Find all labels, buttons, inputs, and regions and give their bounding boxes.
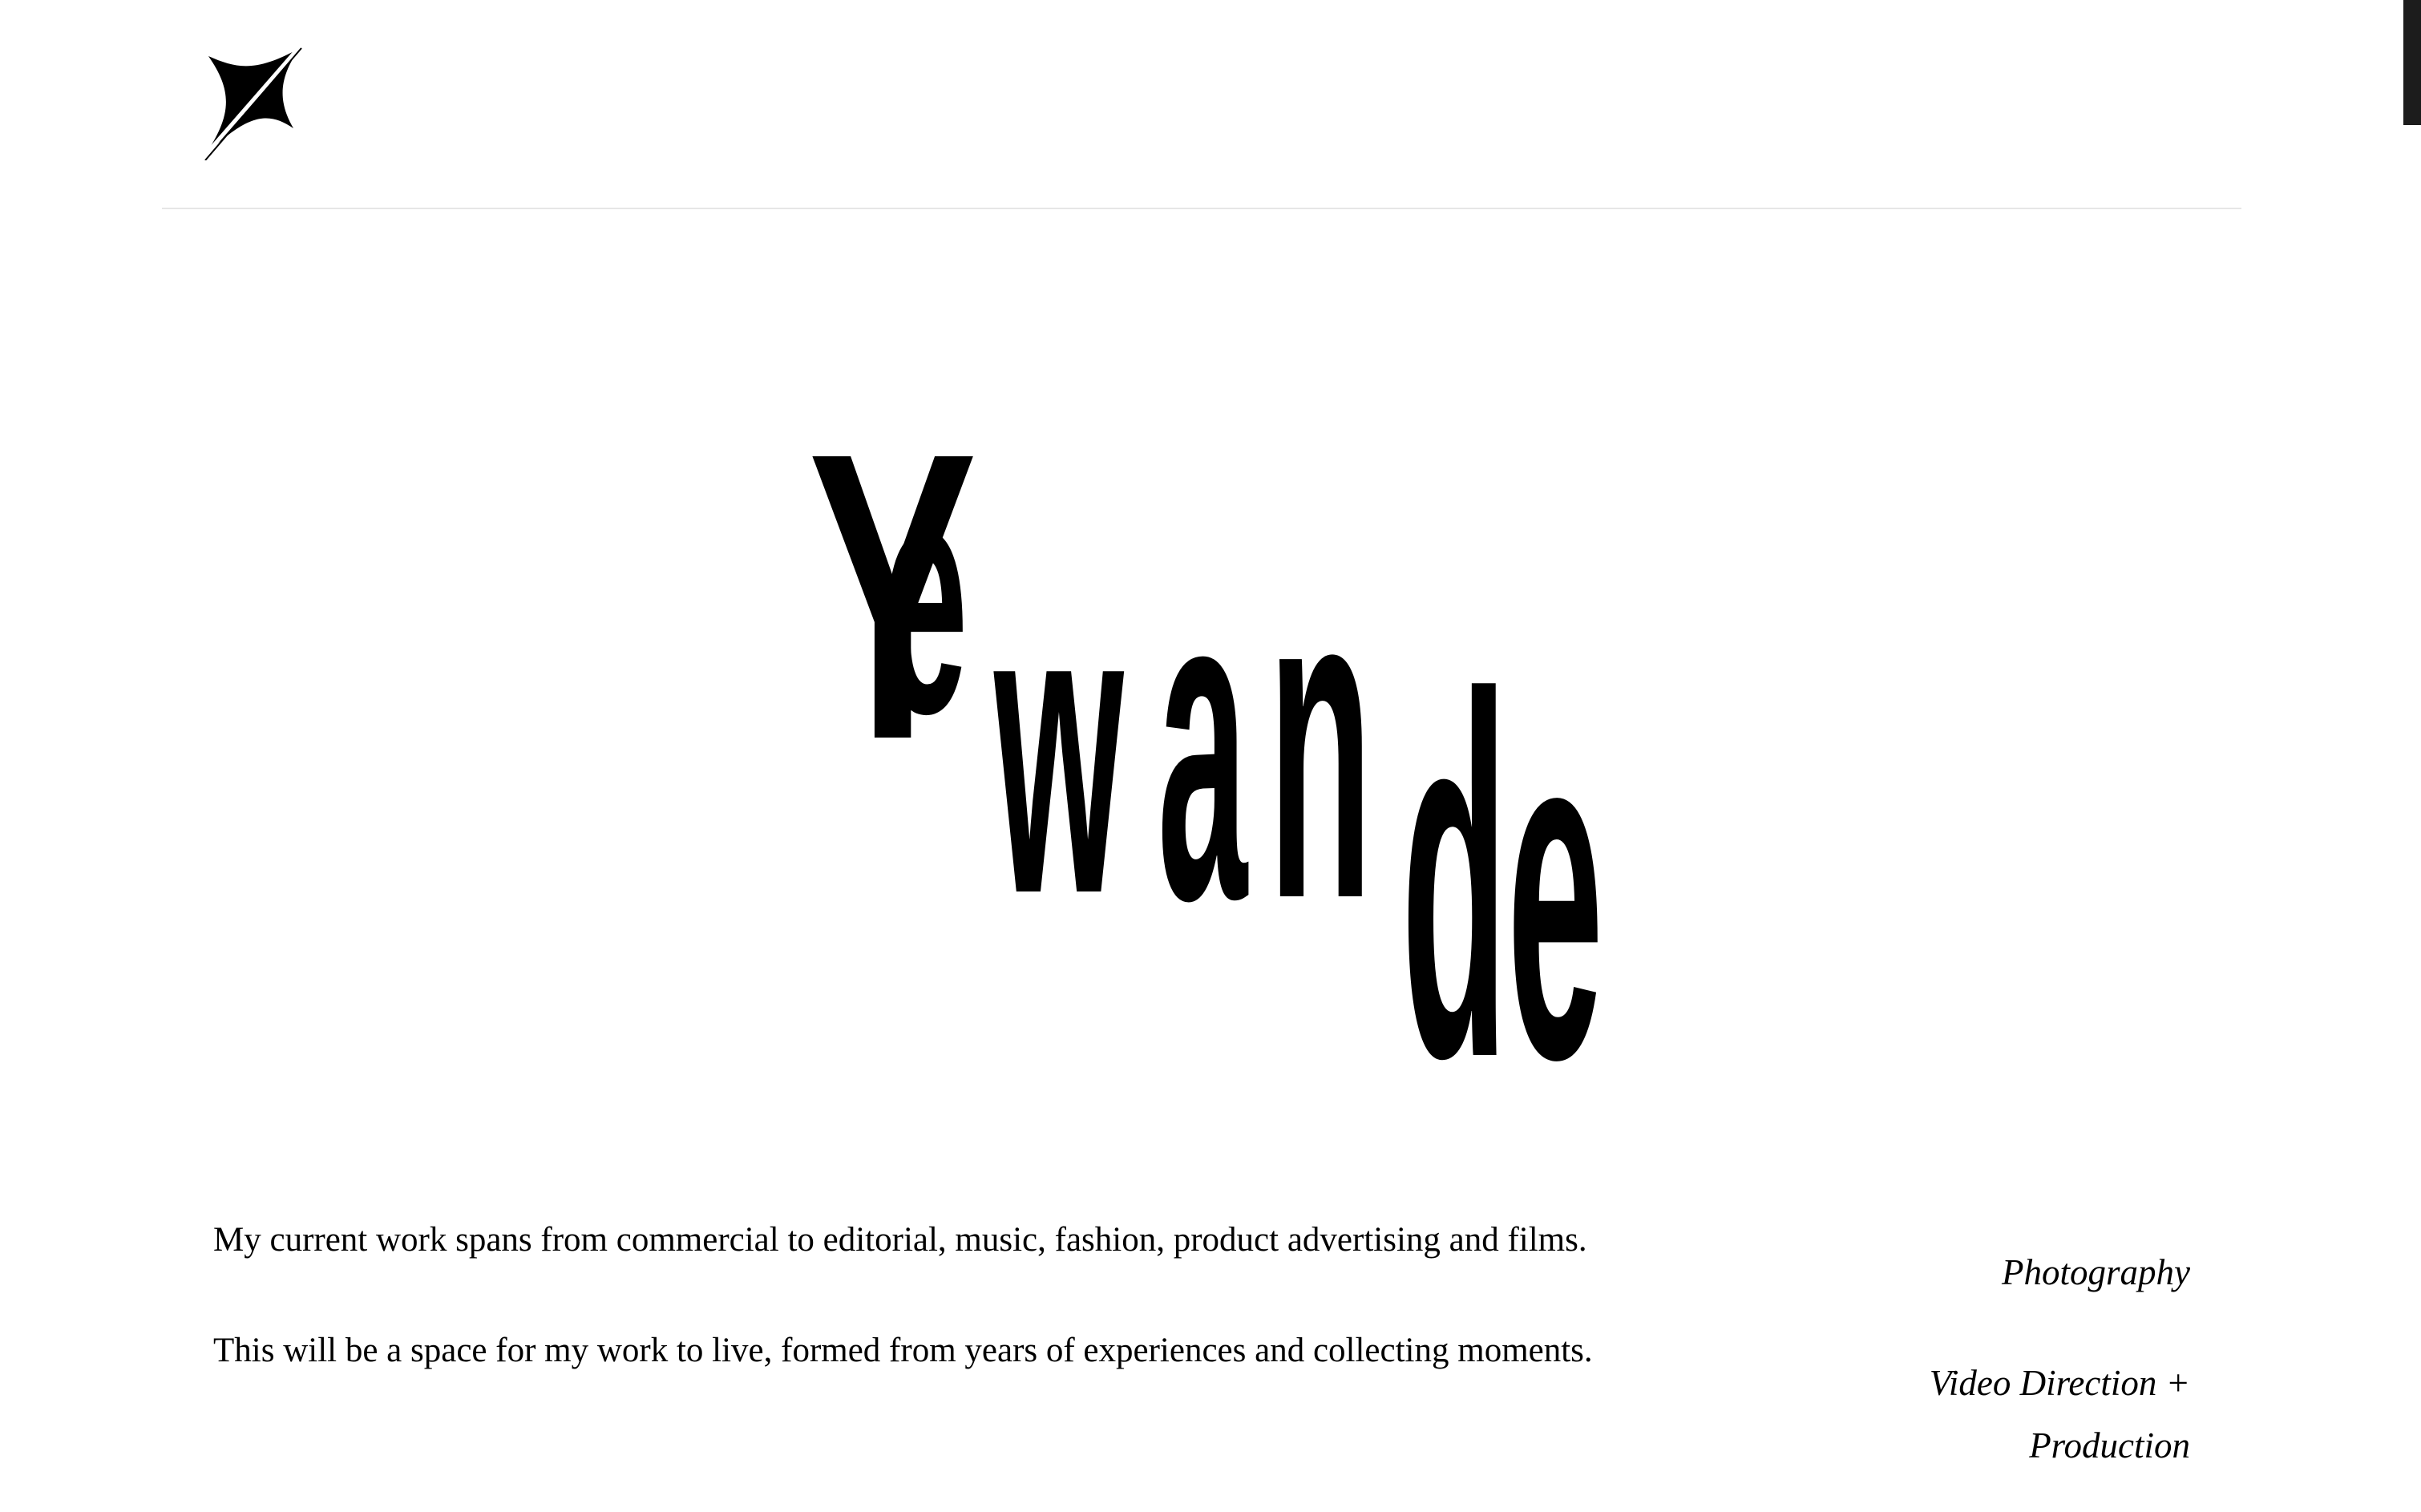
logo-icon[interactable]: [199, 45, 305, 161]
scrollbar[interactable]: [2403, 0, 2421, 1512]
four-point-star-slash-icon: [200, 45, 302, 161]
wordmark-letter-4: a: [1158, 492, 1248, 993]
about-paragraph: This will be a space for my work to live…: [213, 1332, 1593, 1369]
wordmark-letter-1: Y: [808, 367, 977, 824]
wordmark-letter-2: e: [882, 408, 968, 784]
wordmark-letter-7: e: [1507, 621, 1603, 1122]
header-divider: [162, 208, 2241, 209]
services-nav: Photography Video Direction + Production: [1821, 1241, 2190, 1512]
wordmark-letter-6: d: [1401, 592, 1508, 1122]
about-paragraph: My current work spans from commercial to…: [213, 1221, 1587, 1259]
about-section: My current work spans from commercial to…: [213, 1209, 1624, 1430]
nav-link-video-direction-production[interactable]: Video Direction + Production: [1821, 1352, 2190, 1477]
wordmark: Y e w a n d e: [808, 367, 1603, 1122]
wordmark-letter-3: w: [992, 514, 1125, 980]
wordmark-letter-5: n: [1268, 491, 1372, 992]
nav-link-photography[interactable]: Photography: [1821, 1241, 2190, 1304]
scrollbar-thumb[interactable]: [2403, 0, 2421, 125]
